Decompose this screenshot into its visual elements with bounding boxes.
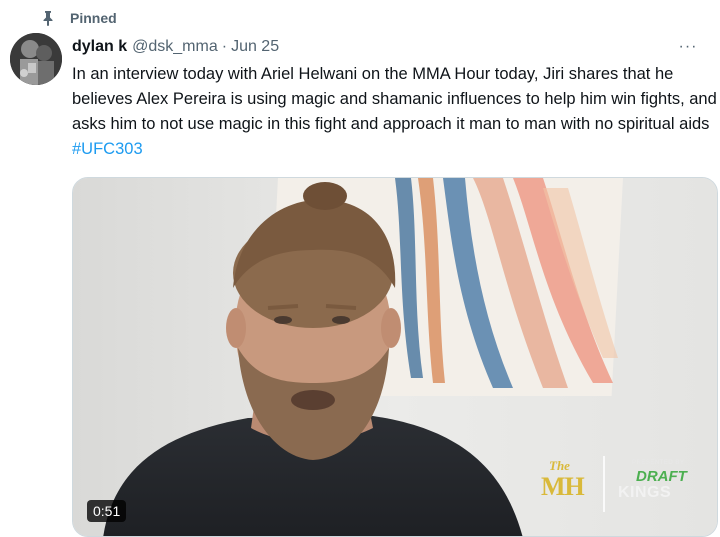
author-display-name[interactable]: dylan k [72, 38, 127, 56]
tweet-header: dylan k @dsk_mma · Jun 25 ··· [72, 36, 700, 58]
logo-divider [603, 456, 605, 512]
pinned-label: Pinned [70, 10, 117, 26]
video-player[interactable]: The MH PRESENTED BY DRAFT KINGS 0:51 [72, 177, 718, 537]
tweet-body: In an interview today with Ariel Helwani… [72, 65, 717, 133]
dk-logo-small: PRESENTED BY [632, 460, 685, 466]
video-duration-badge: 0:51 [87, 500, 127, 522]
more-options-button[interactable]: ··· [676, 36, 700, 58]
tweet-text: In an interview today with Ariel Helwani… [72, 62, 718, 162]
draftkings-logo: PRESENTED BY DRAFT KINGS [618, 460, 698, 508]
avatar[interactable] [10, 33, 62, 85]
hashtag-link[interactable]: #UFC303 [72, 140, 143, 158]
mma-hour-logo: The MH [541, 458, 591, 508]
tweet-date[interactable]: Jun 25 [231, 38, 279, 56]
pinned-indicator: Pinned [40, 8, 117, 28]
dk-logo-kings: KINGS [618, 484, 672, 501]
header-separator: · [221, 38, 228, 55]
author-handle[interactable]: @dsk_mma [132, 38, 218, 56]
mh-logo-big: MH [541, 472, 585, 501]
pin-icon [40, 10, 56, 26]
dk-logo-draft: DRAFT [636, 468, 687, 485]
